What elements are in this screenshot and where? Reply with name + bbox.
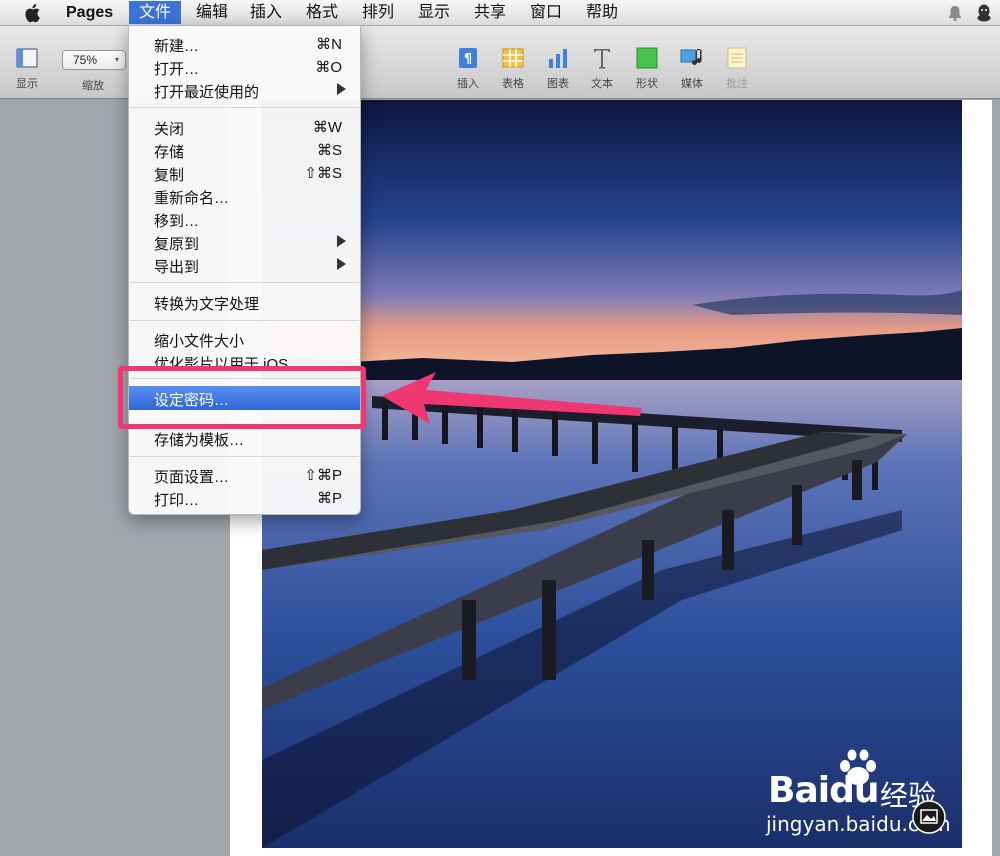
document-image[interactable]: [262, 100, 962, 848]
table-icon: [502, 48, 524, 68]
menu-item-export-to[interactable]: 导出到: [129, 254, 360, 276]
menu-item-save-as-template[interactable]: 存储为模板…: [129, 427, 360, 449]
text-button[interactable]: 文本: [579, 46, 625, 94]
menu-item-print[interactable]: 打印… ⌘P: [129, 487, 360, 509]
zoom-select[interactable]: 75% ▾: [62, 50, 126, 70]
menu-bar: Pages 文件 编辑 插入 格式 排列 显示 共享 窗口 帮助: [0, 0, 1000, 26]
menu-item-convert[interactable]: 转换为文字处理: [129, 291, 360, 313]
menu-share[interactable]: 共享: [474, 4, 506, 24]
text-label: 文本: [591, 78, 613, 90]
menu-arrange[interactable]: 排列: [362, 4, 394, 24]
comment-icon: [727, 47, 747, 69]
table-label: 表格: [502, 78, 524, 90]
comment-label: 批注: [726, 78, 748, 90]
menu-item-move-to[interactable]: 移到…: [129, 208, 360, 230]
baidu-paw-icon: [840, 749, 876, 785]
menu-item-save[interactable]: 存储 ⌘S: [129, 139, 360, 161]
menu-format[interactable]: 格式: [306, 4, 338, 24]
svg-text:¶: ¶: [464, 52, 472, 67]
menu-edit[interactable]: 编辑: [196, 4, 228, 24]
notification-icon[interactable]: [946, 4, 964, 22]
chart-button[interactable]: 图表: [535, 46, 581, 94]
zoom-value: 75%: [73, 53, 98, 67]
menu-separator: [130, 107, 359, 108]
comment-button[interactable]: 批注: [714, 46, 760, 94]
insert-label: 插入: [457, 78, 479, 90]
submenu-arrow-icon: [337, 235, 346, 247]
insert-icon: ¶: [459, 48, 477, 68]
menu-item-new[interactable]: 新建… ⌘N: [129, 33, 360, 55]
menu-item-reduce-size[interactable]: 缩小文件大小: [129, 328, 360, 350]
menu-view[interactable]: 显示: [418, 4, 450, 24]
file-menu: 新建… ⌘N 打开… ⌘O 打开最近使用的 关闭 ⌘W 存储 ⌘S 复制 ⇧⌘S 重新命名…: [128, 25, 361, 515]
apple-icon[interactable]: [24, 3, 42, 23]
chart-icon: [549, 49, 567, 68]
shape-button[interactable]: 形状: [624, 46, 670, 94]
app-menu[interactable]: Pages: [66, 4, 113, 24]
menu-file[interactable]: 文件: [129, 1, 182, 24]
text-icon: [594, 49, 610, 69]
menu-help[interactable]: 帮助: [586, 4, 618, 24]
menu-separator: [130, 320, 359, 321]
view-label: 显示: [16, 78, 38, 90]
menu-insert[interactable]: 插入: [250, 4, 282, 24]
shape-label: 形状: [636, 78, 658, 90]
menu-item-page-setup[interactable]: 页面设置… ⇧⌘P: [129, 464, 360, 486]
qq-icon[interactable]: [974, 3, 994, 23]
media-icon: [680, 49, 702, 65]
chevron-down-icon: ▾: [114, 55, 119, 64]
chart-label: 图表: [547, 78, 569, 90]
insert-button[interactable]: ¶ 插入: [445, 46, 491, 94]
menu-item-close[interactable]: 关闭 ⌘W: [129, 116, 360, 138]
submenu-arrow-icon: [337, 83, 346, 95]
document-background-right: [992, 100, 1000, 856]
pier-photo: [262, 100, 962, 848]
menu-item-open[interactable]: 打开… ⌘O: [129, 56, 360, 78]
menu-window[interactable]: 窗口: [530, 4, 562, 24]
image-badge-icon: [912, 800, 946, 834]
menu-item-rename[interactable]: 重新命名…: [129, 185, 360, 207]
view-button[interactable]: 显示: [4, 46, 50, 94]
submenu-arrow-icon: [337, 258, 346, 270]
zoom-label: 缩放: [82, 80, 104, 92]
menu-item-duplicate[interactable]: 复制 ⇧⌘S: [129, 162, 360, 184]
shape-icon: [636, 47, 658, 69]
menu-item-revert-to[interactable]: 复原到: [129, 231, 360, 253]
menu-item-open-recent[interactable]: 打开最近使用的: [129, 79, 360, 101]
view-icon: [16, 48, 38, 68]
menu-separator: [130, 282, 359, 283]
annotation-highlight-box: [118, 366, 366, 429]
annotation-arrow-icon: [382, 372, 642, 424]
media-label: 媒体: [681, 78, 703, 90]
media-button[interactable]: 媒体: [669, 46, 715, 94]
menu-separator: [130, 456, 359, 457]
table-button[interactable]: 表格: [490, 46, 536, 94]
